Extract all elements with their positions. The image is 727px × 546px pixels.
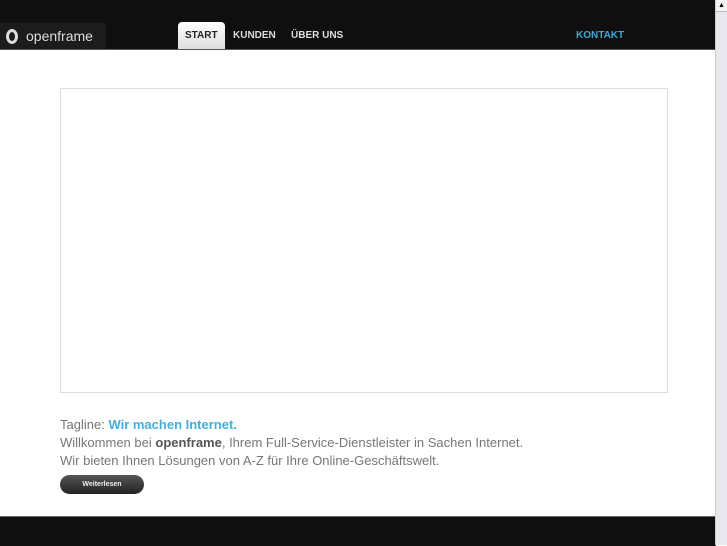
nav-kunden[interactable]: KUNDEN [226,22,283,49]
welcome-brand: openframe [155,435,222,450]
logo[interactable]: openframe [0,23,106,49]
scroll-up-icon[interactable]: ▲ [716,0,727,12]
logo-icon [6,28,18,44]
nav-ueber-uns[interactable]: ÜBER UNS [284,22,350,49]
welcome-pre: Willkommen bei [60,435,152,450]
tagline-label: Tagline: [60,417,105,432]
nav-kontakt[interactable]: KONTAKT [569,22,631,49]
tagline: Wir machen Internet. [108,417,237,432]
banner-area [60,88,668,393]
header: openframe START KUNDEN ÜBER UNS KONTAKT [0,0,716,50]
offer-text: Wir bieten Ihnen Lösungen von A-Z für Ih… [60,453,440,468]
intro-text: Tagline: Wir machen Internet. Willkommen… [60,416,523,470]
nav-start[interactable]: START [178,22,225,49]
brand-name: openframe [26,28,93,44]
read-more-button[interactable]: Weiterlesen [60,475,144,494]
footer [0,516,716,546]
welcome-post: , Ihrem Full-Service-Dienstleister in Sa… [221,435,524,450]
scrollbar[interactable]: ▲ [715,0,727,545]
